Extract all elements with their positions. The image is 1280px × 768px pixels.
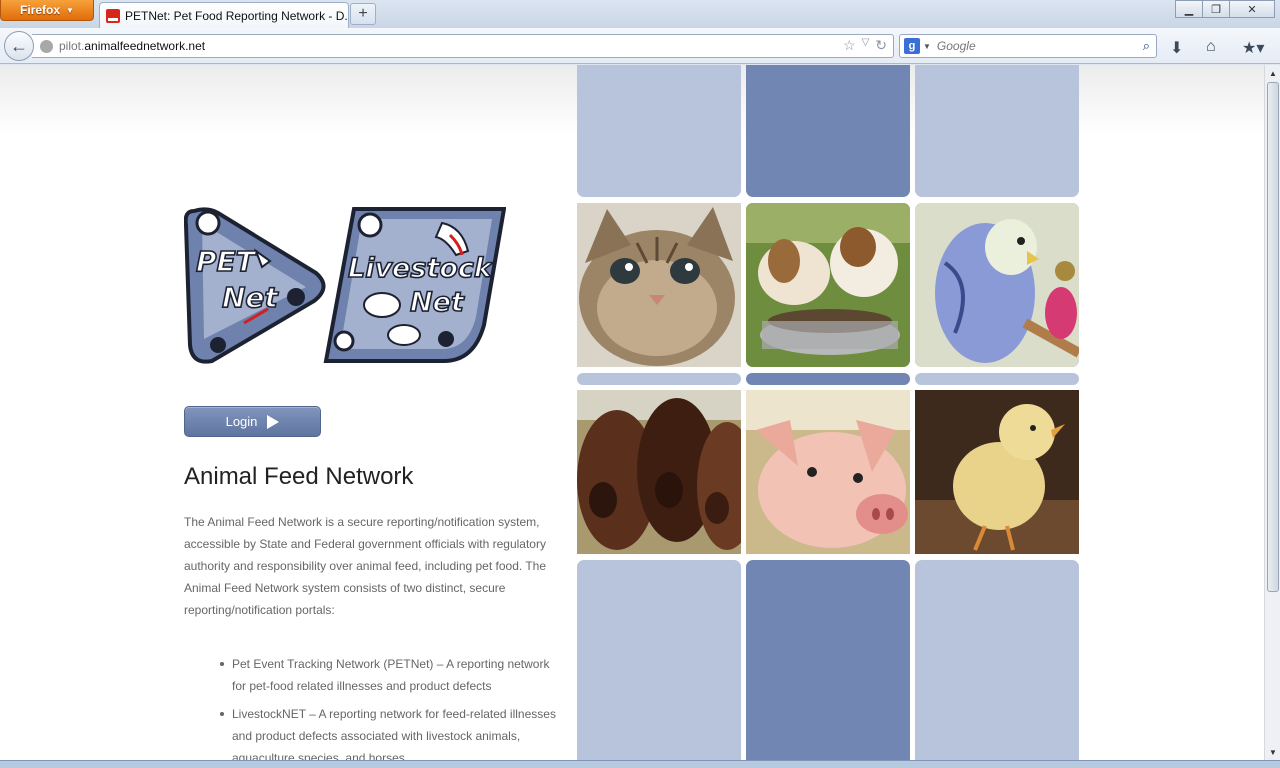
firefox-menu-button[interactable]: Firefox ▼ — [0, 0, 94, 21]
plus-icon: + — [358, 5, 368, 22]
chevron-down-icon: ▼ — [66, 5, 74, 15]
close-icon: ✕ — [1247, 3, 1257, 16]
tab-title: PETNet: Pet Food Reporting Network - D..… — [125, 8, 349, 23]
downloads-icon[interactable]: ⬇ — [1170, 38, 1183, 58]
url-domain: animalfeednetwork.net — [84, 39, 206, 53]
title-bar: Firefox ▼ PETNet: Pet Food Reporting Net… — [0, 0, 1280, 28]
restore-button[interactable]: ❐ — [1202, 0, 1230, 18]
logo-pet-text: PET — [196, 245, 257, 278]
pet-livestock-net-logo: PET Net Livestock Net — [184, 207, 506, 364]
back-button[interactable]: ← — [4, 31, 34, 61]
restore-icon: ❐ — [1211, 3, 1221, 16]
google-icon[interactable]: g — [904, 38, 920, 54]
tile-light — [577, 65, 741, 197]
tile-light — [915, 560, 1079, 760]
globe-icon — [40, 39, 53, 53]
logo-net-text: Net — [222, 281, 279, 314]
photo-piglet — [746, 390, 910, 554]
minimize-icon: ▁ — [1184, 3, 1194, 16]
tile-light — [915, 65, 1079, 197]
search-bar[interactable]: g ▼ Google ⌕ — [899, 34, 1157, 58]
portal-list: Pet Event Tracking Network (PETNet) – A … — [220, 653, 562, 760]
favicon-icon — [106, 8, 120, 23]
photo-kitten — [577, 203, 741, 367]
scrollbar-thumb[interactable] — [1267, 82, 1279, 592]
minimize-button[interactable]: ▁ — [1175, 0, 1203, 18]
search-icon[interactable]: ⌕ — [1143, 38, 1150, 54]
url-bar[interactable]: pilot. animalfeednetwork.net ☆ ▽ ↻ — [32, 34, 894, 58]
reload-icon[interactable]: ↻ — [875, 37, 887, 54]
tab-active[interactable]: PETNet: Pet Food Reporting Network - D..… — [99, 2, 349, 28]
search-engine-dropdown-icon[interactable]: ▼ — [923, 42, 931, 51]
new-tab-button[interactable]: + — [350, 3, 376, 25]
navigation-bar: pilot. animalfeednetwork.net ☆ ▽ ↻ ← g ▼ … — [0, 28, 1280, 64]
page-title: Animal Feed Network — [184, 463, 414, 490]
login-label: Login — [225, 414, 258, 429]
tile-bar-light — [915, 373, 1079, 385]
tile-light — [577, 560, 741, 760]
scroll-up-icon[interactable]: ▲ — [1265, 65, 1280, 81]
list-item-petnet: Pet Event Tracking Network (PETNet) – A … — [220, 653, 562, 697]
tile-bar-dark — [746, 373, 910, 385]
photo-cows — [577, 390, 741, 554]
tile-dark — [746, 65, 910, 197]
scroll-down-icon[interactable]: ▼ — [1265, 744, 1280, 760]
tile-dark — [746, 560, 910, 760]
login-button[interactable]: Login — [184, 406, 321, 437]
photo-puppies-eating — [746, 203, 910, 367]
photo-chick — [915, 390, 1079, 554]
intro-paragraph: The Animal Feed Network is a secure repo… — [184, 515, 546, 617]
bookmarks-menu-icon[interactable]: ★▾ — [1242, 38, 1264, 58]
back-arrow-icon: ← — [10, 35, 28, 56]
tile-bar-light — [577, 373, 741, 385]
list-item-livestocknet: LivestockNET – A reporting network for f… — [220, 703, 562, 760]
logo-livestock-net-text: Net — [410, 287, 465, 318]
url-prefix: pilot. — [59, 39, 85, 53]
history-dropdown-icon[interactable]: ▽ — [862, 37, 870, 54]
bookmark-star-icon[interactable]: ☆ — [843, 37, 856, 54]
close-window-button[interactable]: ✕ — [1229, 0, 1275, 18]
home-icon[interactable]: ⌂ — [1206, 38, 1216, 56]
vertical-scrollbar[interactable]: ▲ ▼ — [1264, 65, 1280, 760]
photo-budgie — [915, 203, 1079, 367]
taskbar — [0, 760, 1280, 768]
firefox-menu-label: Firefox — [20, 3, 61, 17]
logo-livestock-text: Livestock — [348, 253, 494, 284]
page-viewport: PET Net Livestock Net Login Animal Feed … — [0, 65, 1264, 760]
arrow-right-icon — [267, 414, 280, 429]
search-input[interactable]: Google — [937, 39, 1143, 53]
